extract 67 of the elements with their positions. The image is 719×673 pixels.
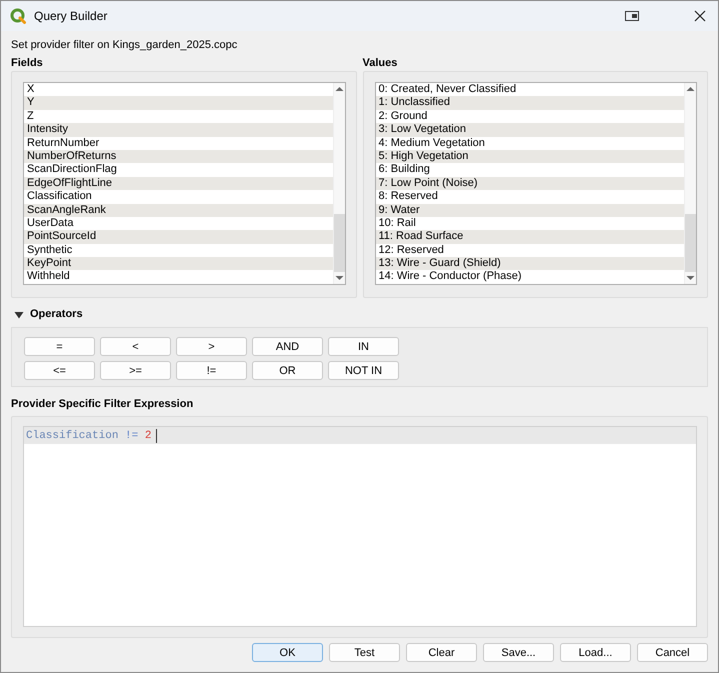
scroll-down-icon bbox=[686, 275, 695, 281]
list-item[interactable]: 4: Medium Vegetation bbox=[376, 136, 684, 150]
scrollbar[interactable] bbox=[684, 83, 696, 284]
operator-button[interactable]: != bbox=[176, 361, 247, 380]
list-item[interactable]: ReturnNumber bbox=[24, 136, 332, 150]
list-item[interactable]: 9: Water bbox=[376, 204, 684, 217]
list-item[interactable]: Withheld bbox=[24, 270, 332, 284]
list-item[interactable]: 6: Building bbox=[376, 163, 684, 177]
dialog-button[interactable]: Cancel bbox=[637, 643, 708, 662]
operator-button[interactable]: NOT IN bbox=[328, 361, 399, 380]
list-item[interactable]: X bbox=[24, 83, 332, 96]
section-heading: Operators bbox=[30, 308, 83, 322]
list-item[interactable]: NumberOfReturns bbox=[24, 150, 332, 164]
list-item[interactable]: 1: Unclassified bbox=[376, 96, 684, 110]
section-heading: Fields bbox=[11, 57, 44, 71]
list-item[interactable]: Y bbox=[24, 96, 332, 110]
list-item[interactable]: ScanDirectionFlag bbox=[24, 163, 332, 177]
operator-button[interactable]: IN bbox=[328, 337, 399, 356]
list-item[interactable]: 3: Low Vegetation bbox=[376, 123, 684, 137]
list-item[interactable]: Synthetic bbox=[24, 244, 332, 258]
window-mode-icon[interactable] bbox=[624, 10, 640, 22]
dialog-button[interactable]: OK bbox=[252, 643, 323, 662]
dialog-button[interactable]: Clear bbox=[406, 643, 477, 662]
list-item[interactable]: EdgeOfFlightLine bbox=[24, 176, 332, 190]
scroll-down-icon bbox=[334, 275, 344, 281]
operator-button[interactable]: > bbox=[176, 337, 247, 356]
list-item[interactable]: Classification bbox=[24, 190, 332, 204]
operator-button[interactable]: >= bbox=[100, 361, 171, 380]
list-item[interactable]: 13: Wire - Guard (Shield) bbox=[376, 257, 684, 270]
list-item[interactable]: UserData bbox=[24, 216, 332, 230]
expression-editor[interactable]: Classification != 2 bbox=[23, 426, 697, 627]
operator-button[interactable]: OR bbox=[252, 361, 323, 380]
list-item[interactable]: KeyPoint bbox=[24, 257, 332, 270]
collapse-icon[interactable] bbox=[14, 311, 24, 319]
list-item[interactable]: Z bbox=[24, 110, 332, 124]
filter-description: Set provider filter on Kings_garden_2025.copc bbox=[11, 39, 238, 53]
operator-button[interactable]: = bbox=[24, 337, 95, 356]
list-item[interactable]: 8: Reserved bbox=[376, 190, 684, 204]
list-item[interactable]: Intensity bbox=[24, 123, 332, 137]
scrollbar[interactable] bbox=[332, 83, 344, 284]
operator-button[interactable]: AND bbox=[252, 337, 323, 356]
list-item[interactable]: 14: Wire - Conductor (Phase) bbox=[376, 270, 684, 284]
list-item[interactable]: PointSourceId bbox=[24, 230, 332, 244]
list-item[interactable]: 0: Created, Never Classified bbox=[376, 83, 684, 96]
list-item[interactable]: 12: Reserved bbox=[376, 244, 684, 258]
scroll-thumb[interactable] bbox=[685, 214, 696, 272]
list-item[interactable]: 5: High Vegetation bbox=[376, 150, 684, 164]
list-item[interactable]: ScanAngleRank bbox=[24, 204, 332, 217]
list-item[interactable]: 11: Road Surface bbox=[376, 230, 684, 244]
window-title: Query Builder bbox=[34, 9, 108, 23]
section-heading: Provider Specific Filter Expression bbox=[11, 398, 194, 412]
dialog-button[interactable]: Test bbox=[329, 643, 400, 662]
scroll-up-icon bbox=[686, 86, 695, 92]
list-item[interactable]: 2: Ground bbox=[376, 110, 684, 124]
dialog-button[interactable]: Load... bbox=[560, 643, 631, 662]
close-icon[interactable] bbox=[694, 10, 706, 22]
section-heading: Values bbox=[362, 57, 398, 71]
dialog-button[interactable]: Save... bbox=[483, 643, 554, 662]
scroll-thumb[interactable] bbox=[334, 214, 344, 272]
operator-button[interactable]: < bbox=[100, 337, 171, 356]
list-item[interactable]: 10: Rail bbox=[376, 216, 684, 230]
code-line: Classification != 2 bbox=[26, 430, 152, 442]
scroll-up-icon bbox=[334, 86, 344, 92]
operator-button[interactable]: <= bbox=[24, 361, 95, 380]
app-logo-icon bbox=[10, 8, 26, 24]
list-item[interactable]: 7: Low Point (Noise) bbox=[376, 176, 684, 190]
text-cursor bbox=[156, 428, 158, 442]
